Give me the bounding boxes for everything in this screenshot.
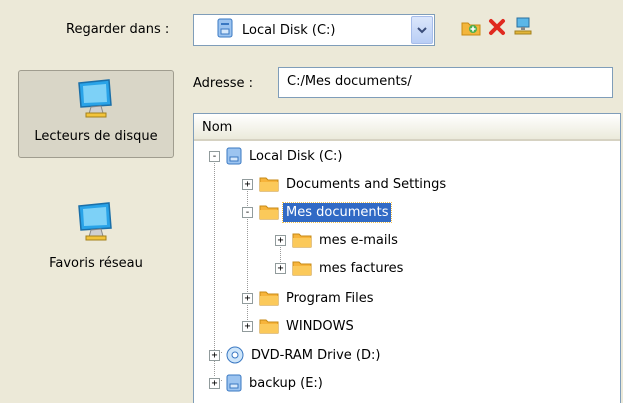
tree-node-label: Mes documents [281,201,393,223]
look-in-label: Regarder dans : [66,22,170,37]
tree-node-label: Program Files [286,290,374,306]
monitor-icon [75,77,117,123]
tree-node-mes-documents[interactable]: - Mes documents [242,200,393,224]
address-label: Adresse : [193,76,254,91]
collapse-toggle[interactable]: - [209,150,220,162]
expand-toggle[interactable]: + [242,178,253,190]
column-header-name[interactable]: Nom [194,114,620,141]
tree-node-label: DVD-RAM Drive (D:) [251,347,381,363]
new-folder-button[interactable] [458,16,484,42]
tree-node-windows[interactable]: + WINDOWS [242,314,357,338]
tree-node-mes-factures[interactable]: + mes factures [275,256,406,280]
tree-node-program-files[interactable]: + Program Files [242,286,377,310]
new-folder-icon [460,17,482,41]
expand-toggle[interactable]: + [242,320,253,332]
tree-node-mes-e-mails[interactable]: + mes e-mails [275,228,401,252]
tree-node-label: Local Disk (C:) [249,148,343,164]
tree-node-label: WINDOWS [286,318,354,334]
dropdown-arrow-button[interactable] [411,16,433,44]
tree-node-label: backup (E:) [249,375,323,391]
nav-item-disk-drives[interactable]: Lecteurs de disque [18,70,174,158]
tree-node-documents-and-settings[interactable]: + Documents and Settings [242,172,449,196]
folder-icon [259,318,279,334]
folder-tree[interactable]: Nom - Local Disk (C:) + Documents and Se… [193,113,621,403]
tree-node-local-disk-c[interactable]: - Local Disk (C:) [209,144,345,168]
nav-item-label: Lecteurs de disque [34,129,158,144]
folder-open-icon [259,204,279,220]
tree-node-label: mes factures [319,260,404,276]
expand-toggle[interactable]: + [242,292,253,304]
folder-icon [259,176,279,192]
drive-select-label: Local Disk (C:) [242,22,336,38]
dvd-icon [226,346,244,364]
chevron-down-icon [417,23,427,38]
folder-icon [292,232,312,248]
disk-icon [216,18,234,42]
drive-select[interactable]: Local Disk (C:) [193,14,435,46]
folder-icon [259,290,279,306]
nav-item-label: Favoris réseau [49,256,143,271]
disk-icon [226,374,242,392]
drive-select-value: Local Disk (C:) [194,15,411,45]
tree-node-label: mes e-mails [319,232,398,248]
delete-icon [487,17,507,41]
expand-toggle[interactable]: + [209,377,220,389]
nav-item-network-favorites[interactable]: Favoris réseau [18,200,174,290]
address-field[interactable]: C:/Mes documents/ [278,67,613,98]
tree-node-label: Documents and Settings [286,176,447,192]
expand-toggle[interactable]: + [275,234,286,246]
network-button[interactable] [510,16,536,42]
collapse-toggle[interactable]: - [242,206,253,218]
folder-icon [292,260,312,276]
tree-node-dvd-ram-drive-d[interactable]: + DVD-RAM Drive (D:) [209,343,383,367]
monitor-icon [75,200,117,246]
network-icon [513,16,533,42]
tree-node-backup-e[interactable]: + backup (E:) [209,371,326,395]
disk-icon [226,147,242,165]
delete-button[interactable] [484,16,510,42]
expand-toggle[interactable]: + [209,349,220,361]
expand-toggle[interactable]: + [275,262,286,274]
